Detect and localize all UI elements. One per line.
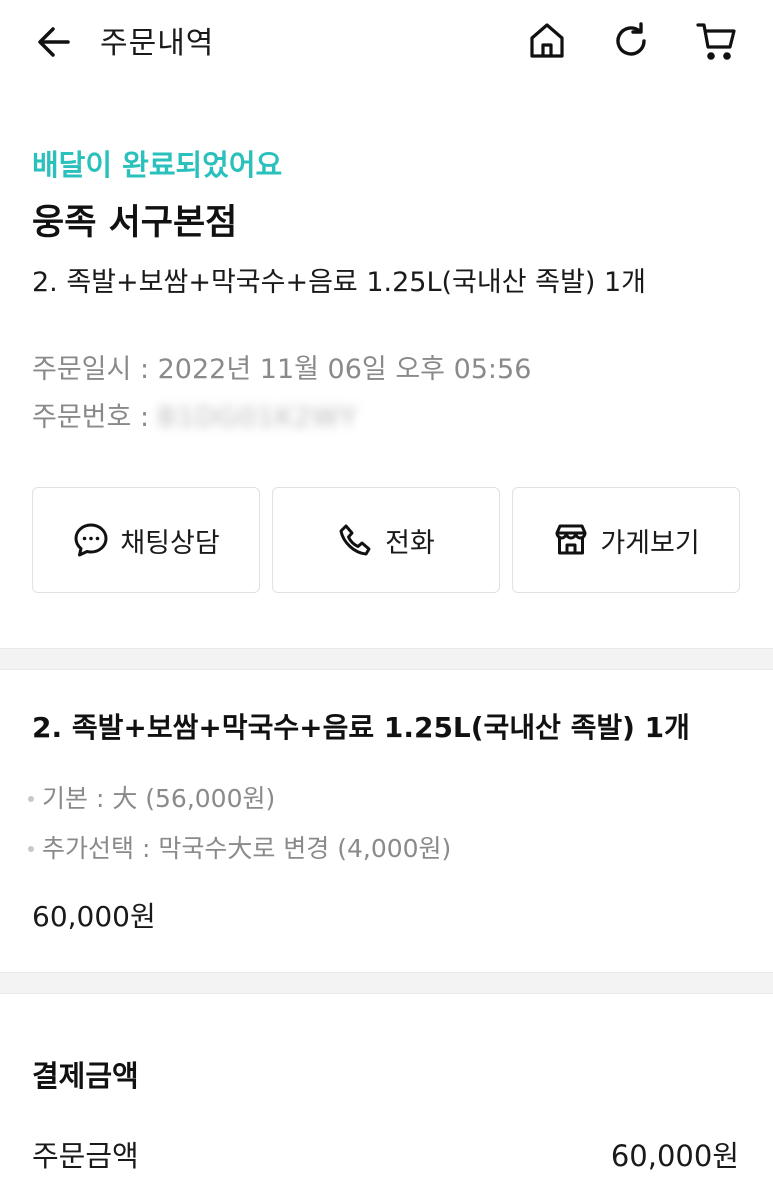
order-date-value: 2022년 11월 06일 오후 05:56 — [157, 354, 532, 385]
payment-section-title: 결제금액 — [32, 1059, 139, 1093]
order-number: 주문번호 : B1DG01K2WY — [32, 400, 357, 436]
chat-consult-label: 채팅상담 — [120, 527, 220, 559]
menu-option: 추가선택 : 막국수大로 변경 (4,000원) — [28, 832, 451, 866]
order-number-value: B1DG01K2WY — [157, 402, 358, 433]
section-divider — [0, 972, 773, 994]
back-button[interactable] — [32, 22, 76, 66]
menu-item-price: 60,000원 — [32, 900, 156, 933]
home-icon — [526, 20, 568, 66]
menu-item-name: 2. 족발+보쌈+막국수+음료 1.25L(국내산 족발) 1개 — [32, 711, 690, 744]
store-icon — [552, 521, 590, 559]
menu-option: 기본 : 大 (56,000원) — [28, 782, 275, 816]
page-title: 주문내역 — [100, 26, 215, 61]
order-amount-label: 주문금액 — [32, 1139, 139, 1173]
delivery-status: 배달이 완료되었어요 — [32, 148, 283, 182]
view-store-button[interactable]: 가게보기 — [512, 487, 740, 593]
phone-icon — [337, 521, 375, 559]
chat-consult-button[interactable]: 채팅상담 — [32, 487, 260, 593]
bullet-icon — [28, 796, 34, 802]
cart-button[interactable] — [694, 20, 740, 66]
view-store-label: 가게보기 — [600, 527, 700, 559]
menu-option-text: 기본 : 大 (56,000원) — [42, 784, 276, 813]
refresh-icon — [610, 20, 652, 66]
top-bar: 주문내역 — [0, 0, 773, 88]
store-name: 웅족 서구본점 — [32, 203, 238, 243]
back-arrow-icon — [36, 24, 72, 64]
call-label: 전화 — [385, 527, 435, 559]
home-button[interactable] — [524, 20, 570, 66]
order-number-label: 주문번호 : — [32, 402, 158, 433]
call-button[interactable]: 전화 — [272, 487, 500, 593]
order-amount-value: 60,000원 — [610, 1139, 739, 1173]
order-date: 주문일시 : 2022년 11월 06일 오후 05:56 — [32, 352, 531, 388]
order-date-label: 주문일시 : — [32, 354, 158, 385]
bullet-icon — [28, 846, 34, 852]
menu-option-text: 추가선택 : 막국수大로 변경 (4,000원) — [42, 834, 452, 863]
chat-bubble-icon — [72, 521, 110, 559]
refresh-button[interactable] — [608, 20, 654, 66]
order-detail-page: 주문내역 배달이 완료되었어요 웅족 서구본점 2. 족발+보쌈+막국수+음료 … — [0, 0, 773, 1186]
order-menu-summary: 2. 족발+보쌈+막국수+음료 1.25L(국내산 족발) 1개 — [32, 267, 646, 298]
section-divider — [0, 648, 773, 670]
cart-icon — [695, 19, 739, 67]
